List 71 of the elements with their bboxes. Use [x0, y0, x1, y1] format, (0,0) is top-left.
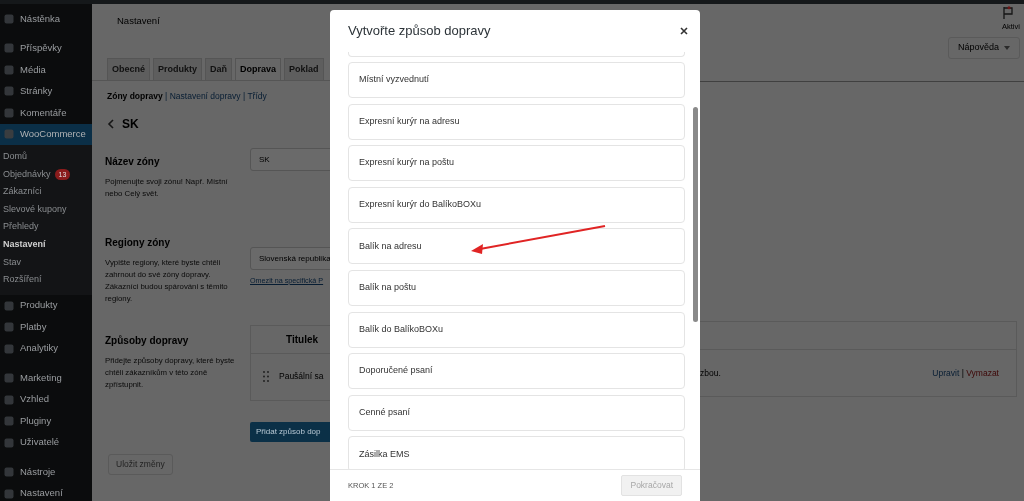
select-field[interactable]: Slovenská republika: [250, 246, 330, 270]
flag-icon: [1002, 6, 1014, 20]
tile-icon: [4, 488, 14, 499]
option-card[interactable]: Doporučené psaní: [348, 353, 685, 390]
tile-icon: [4, 416, 14, 426]
submenu-item[interactable]: Nastavení: [0, 235, 92, 254]
text-field[interactable]: SK: [250, 147, 330, 171]
chevron-left-icon[interactable]: [107, 118, 114, 129]
table-cell: Paušální sa: [279, 370, 324, 384]
sidebar-item[interactable]: Uživatelé: [0, 431, 92, 454]
submenu-item[interactable]: Přehledy: [0, 218, 92, 236]
tile-icon: [4, 343, 14, 354]
option-card[interactable]: Balík na poštu: [348, 269, 685, 306]
sidebar-item[interactable]: Média: [0, 59, 92, 81]
sidebar-item[interactable]: WooCommerce: [0, 123, 92, 145]
submenu-item[interactable]: Domů: [0, 148, 92, 166]
separator: |: [165, 91, 168, 101]
submenu-item[interactable]: Rozšíření: [0, 271, 92, 289]
separator: |: [961, 367, 964, 378]
tile-icon: [4, 437, 14, 448]
tile-icon: [4, 43, 14, 54]
scrollbar-thumb[interactable]: [693, 107, 698, 322]
zone-title: SK: [122, 115, 139, 133]
separator: |: [242, 91, 246, 101]
tile-icon: [4, 300, 14, 311]
tile-icon: [4, 467, 14, 477]
drag-handle-icon: [263, 371, 269, 383]
option-card[interactable]: Cenné psaní: [348, 394, 685, 431]
add-method-button[interactable]: Přidat způsob dop: [250, 421, 330, 442]
option-card[interactable]: Expresní kurýr na adresu: [348, 103, 685, 140]
sidebar-item[interactable]: Marketing: [0, 367, 92, 389]
option-card[interactable]: Místní vyzvednutí: [348, 62, 685, 98]
tab[interactable]: Doprava: [235, 58, 282, 80]
sidebar-item[interactable]: Produkty: [0, 294, 92, 317]
tile-icon: [4, 13, 14, 24]
option-card[interactable]: Balík do BalíkoBOXu: [348, 311, 685, 348]
close-icon[interactable]: [680, 27, 688, 35]
sidebar-item[interactable]: Nástroje: [0, 461, 92, 483]
tile-icon: [4, 373, 14, 383]
option-card[interactable]: Balík na adresu: [348, 228, 685, 265]
modal-title: Vytvořte způsob dopravy: [348, 22, 491, 41]
tile-icon: [4, 64, 14, 75]
tile-icon: [4, 394, 14, 405]
field-label: Regiony zóny: [105, 235, 171, 250]
help-button[interactable]: Nápověda: [947, 37, 1020, 59]
tile-icon: [4, 107, 14, 118]
sidebar-item[interactable]: Pluginy: [0, 410, 92, 432]
sidebar-item[interactable]: Vzhled: [0, 388, 92, 411]
column-header: Titulek: [286, 332, 319, 347]
page-title: Nastavení: [117, 13, 160, 28]
submenu-item[interactable]: Zákazníci: [0, 183, 92, 201]
submenu-item[interactable]: Stav: [0, 253, 92, 272]
sidebar-item[interactable]: Příspěvky: [0, 37, 92, 59]
sidebar-item[interactable]: Nastavení: [0, 482, 92, 501]
submenu-item[interactable]: Slevové kupony: [0, 200, 92, 219]
sidebar-item[interactable]: Platby: [0, 316, 92, 338]
option-card[interactable]: Expresní kurýr na poštu: [348, 145, 685, 182]
sidebar-item[interactable]: Analytiky: [0, 337, 92, 360]
subnav-link[interactable]: Zóny dopravy: [107, 91, 163, 101]
option-card[interactable]: Zásilka EMS: [348, 436, 685, 469]
field-label: Způsoby dopravy: [105, 333, 190, 348]
sidebar-item[interactable]: Nástěnka: [0, 8, 92, 30]
caret-icon: [1004, 46, 1010, 50]
table-cell: zbou.: [700, 366, 721, 380]
option-card[interactable]: Expresní kurýr do BalíkoBOXu: [348, 186, 685, 223]
field-label: Název zóny: [105, 154, 161, 169]
sidebar-item[interactable]: Komentáře: [0, 102, 92, 124]
tile-icon: [4, 322, 14, 332]
tile-icon: [4, 86, 14, 97]
tile-icon: [4, 129, 14, 140]
sidebar-item[interactable]: Stránky: [0, 80, 92, 102]
